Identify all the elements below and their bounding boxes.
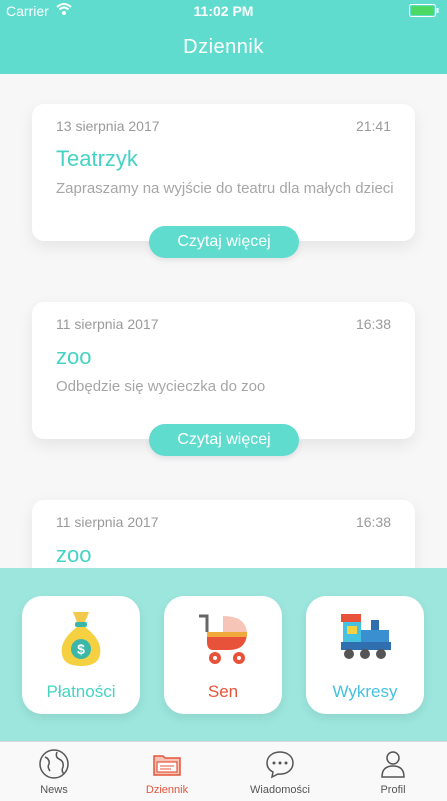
entry-date: 11 sierpnia 2017: [56, 514, 159, 530]
entry-date: 13 sierpnia 2017: [56, 118, 160, 134]
entry-description: Zapraszamy na wyjście do teatru dla mały…: [56, 180, 394, 197]
tab-news[interactable]: News: [9, 742, 99, 801]
journal-card[interactable]: 13 sierpnia 2017 21:41 Teatrzyk Zaprasza…: [32, 104, 415, 241]
sleep-label: Sen: [207, 682, 239, 701]
entry-title: zoo: [56, 344, 92, 369]
tab-messages-label: Wiadomości: [250, 784, 310, 796]
charts-label: Wykresy: [332, 682, 398, 701]
entry-date: 11 sierpnia 2017: [56, 316, 159, 332]
journal-card[interactable]: 11 sierpnia 2017 16:38 zoo Odbędzie się …: [32, 302, 415, 439]
charts-tile[interactable]: Wykresy: [306, 596, 424, 714]
toy-train-icon: [341, 614, 391, 659]
page-title: Dziennik: [183, 36, 264, 58]
journal-card[interactable]: 11 sierpnia 2017 16:38 zoo: [32, 500, 415, 568]
folder-icon: [153, 755, 181, 776]
read-more-button[interactable]: Czytaj więcej: [149, 424, 299, 456]
entry-description: Odbędzie się wycieczka do zoo: [56, 378, 266, 395]
payments-label: Płatności: [46, 682, 116, 701]
money-bag-icon: $: [61, 612, 101, 666]
quick-actions-panel: $ Płatności Sen Wykresy: [0, 568, 447, 741]
person-icon: [381, 751, 405, 778]
chat-bubble-icon: [266, 751, 294, 779]
read-more-button[interactable]: Czytaj więcej: [149, 226, 299, 258]
tab-journal[interactable]: Dziennik: [122, 742, 212, 801]
tab-news-label: News: [40, 784, 68, 796]
status-bar: Carrier 11:02 PM: [0, 0, 447, 22]
entry-title: zoo: [56, 542, 92, 567]
entry-time: 16:38: [355, 514, 391, 530]
status-time: 11:02 PM: [193, 3, 254, 19]
tab-journal-label: Dziennik: [145, 784, 189, 796]
top-bar: Carrier 11:02 PM Dziennik: [0, 0, 447, 74]
svg-text:$: $: [77, 641, 85, 657]
tab-profile[interactable]: Profil: [348, 742, 438, 801]
entry-title: Teatrzyk: [56, 146, 138, 171]
globe-icon: [39, 749, 69, 779]
stroller-icon: [199, 614, 247, 664]
sleep-tile[interactable]: Sen: [164, 596, 282, 714]
entry-time: 16:38: [355, 316, 391, 332]
entry-time: 21:41: [355, 118, 391, 134]
payments-tile[interactable]: $ Płatności: [22, 596, 140, 714]
tab-bar: News Dziennik Wiadomości Profil: [0, 741, 447, 801]
tab-messages[interactable]: Wiadomości: [235, 742, 325, 801]
tab-profile-label: Profil: [380, 784, 406, 796]
battery-icon: [409, 4, 439, 17]
journal-feed[interactable]: 13 sierpnia 2017 21:41 Teatrzyk Zaprasza…: [0, 74, 447, 568]
